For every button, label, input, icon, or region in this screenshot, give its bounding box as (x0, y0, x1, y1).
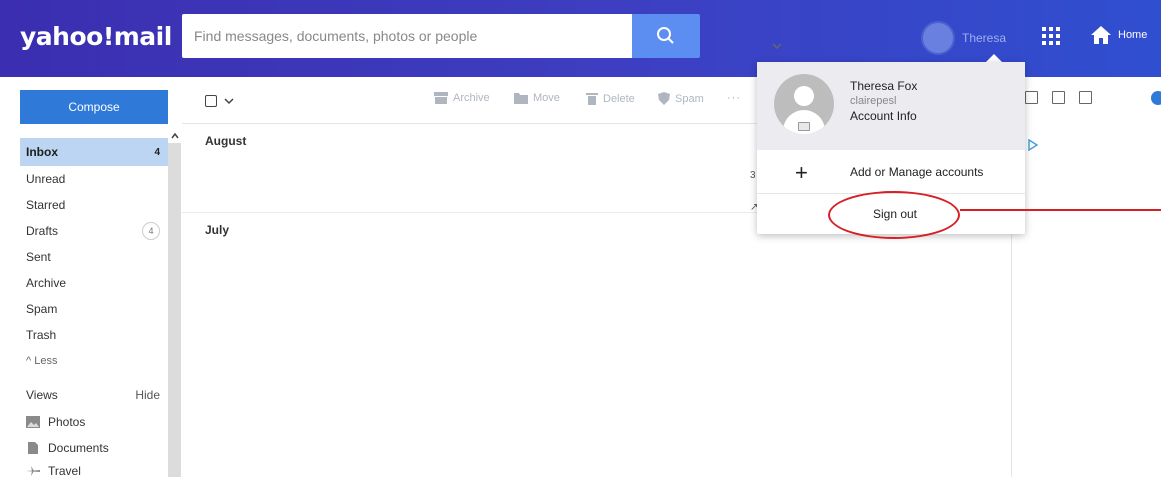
sidebar-item-unread[interactable]: Unread (20, 166, 168, 192)
more-options-button[interactable]: ··· (727, 92, 741, 104)
profile-button[interactable]: Theresa (921, 18, 1006, 58)
delete-label: Delete (603, 92, 635, 105)
account-info-section[interactable]: Theresa Fox clairepesl Account Info (757, 62, 1025, 150)
shield-icon (658, 92, 670, 105)
right-panel-icons (1025, 91, 1092, 104)
contacts-icon[interactable] (1025, 91, 1038, 104)
inbox-count: 4 (154, 146, 160, 158)
avatar[interactable] (921, 21, 955, 55)
avatar-head-shape (794, 86, 814, 106)
scroll-up-icon[interactable] (170, 131, 180, 141)
sidebar-item-archive[interactable]: Archive (20, 270, 168, 296)
dropdown-caret (986, 54, 1002, 62)
account-avatar[interactable] (774, 74, 834, 134)
drafts-count: 4 (142, 222, 160, 240)
folder-label: Archive (26, 276, 67, 290)
divider (182, 212, 782, 213)
sidebar-item-starred[interactable]: Starred (20, 192, 168, 218)
add-manage-accounts-item[interactable]: + Add or Manage accounts (757, 150, 1025, 194)
sidebar-item-drafts[interactable]: Drafts 4 (20, 218, 168, 244)
photo-icon (26, 416, 40, 428)
archive-button[interactable]: Archive (434, 92, 490, 104)
account-username: clairepesl (850, 95, 897, 107)
plus-icon: + (795, 160, 808, 185)
home-label: Home (1118, 29, 1148, 41)
folder-label: Starred (26, 198, 66, 212)
folder-label: Trash (26, 328, 57, 342)
folder-label: Inbox (26, 145, 58, 159)
search-input[interactable] (182, 14, 582, 58)
folder-label: Drafts (26, 224, 59, 238)
spam-label: Spam (675, 92, 704, 105)
delete-button[interactable]: Delete (586, 92, 635, 105)
sidebar-item-photos[interactable]: Photos (26, 412, 85, 432)
sidebar-item-spam[interactable]: Spam (20, 296, 168, 322)
views-header: Views Hide (20, 388, 168, 402)
highlight-pointer-line (960, 209, 1161, 211)
less-toggle[interactable]: ^ Less (20, 348, 168, 374)
archive-label: Archive (453, 92, 490, 104)
views-label: Views (26, 388, 58, 402)
chevron-down-icon[interactable] (772, 41, 782, 51)
move-button[interactable]: Move (514, 92, 560, 104)
sidebar-item-documents[interactable]: Documents (26, 438, 109, 458)
profile-name: Theresa (962, 31, 1007, 45)
sidebar-item-trash[interactable]: Trash (20, 322, 168, 348)
spam-button[interactable]: Spam (658, 92, 704, 105)
group-label-august: August (205, 134, 247, 148)
hide-views-link[interactable]: Hide (135, 388, 160, 402)
airplane-icon (26, 466, 40, 476)
document-icon (28, 442, 38, 454)
chevron-down-icon[interactable] (224, 97, 234, 105)
notepad-icon[interactable] (1079, 91, 1092, 104)
yahoo-mail-logo[interactable]: yahoo!mail (20, 22, 172, 51)
sidebar-item-inbox[interactable]: Inbox 4 (20, 138, 168, 166)
home-icon (1091, 26, 1111, 44)
folder-label: Sent (26, 250, 51, 264)
apps-grid-icon[interactable] (1040, 25, 1062, 47)
search-box[interactable] (182, 14, 782, 58)
select-all-checkbox[interactable] (205, 95, 217, 107)
sidebar-item-sent[interactable]: Sent (20, 244, 168, 270)
folder-label: Unread (26, 172, 66, 186)
add-manage-accounts-label: Add or Manage accounts (850, 165, 984, 179)
folder-label: ^ Less (26, 355, 58, 367)
account-full-name: Theresa Fox (850, 79, 918, 93)
calendar-icon[interactable] (1052, 91, 1065, 104)
view-label: Photos (48, 415, 86, 429)
sidebar-scrollbar[interactable] (168, 143, 181, 477)
folder-list: Inbox 4 Unread Starred Drafts 4 Sent Arc… (20, 138, 168, 374)
search-button[interactable] (632, 14, 700, 58)
compose-button[interactable]: Compose (20, 90, 168, 124)
move-label: Move (533, 92, 560, 104)
trash-icon (586, 93, 598, 105)
view-label: Travel (48, 464, 81, 478)
folder-label: Spam (26, 302, 58, 316)
search-icon (657, 27, 674, 44)
view-label: Documents (48, 441, 109, 455)
settings-gear-icon[interactable] (1151, 91, 1161, 105)
archive-icon (434, 92, 448, 104)
ad-choices-icon[interactable] (1028, 139, 1038, 151)
group-label-july: July (205, 223, 230, 237)
account-info-link[interactable]: Account Info (850, 109, 917, 123)
camera-icon (798, 122, 810, 131)
home-button[interactable]: Home (1090, 25, 1147, 45)
highlight-circle (828, 191, 960, 239)
sidebar-item-travel[interactable]: Travel (26, 461, 81, 481)
folder-move-icon (514, 93, 528, 104)
